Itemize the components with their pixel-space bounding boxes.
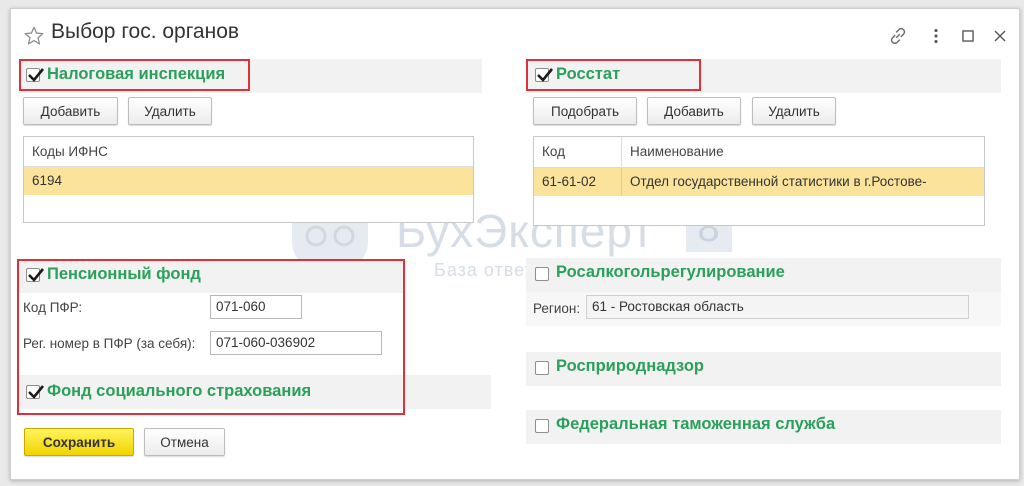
save-button[interactable]: Сохранить [24, 428, 134, 456]
pfr-reg-input[interactable]: 071-060-036902 [210, 331, 382, 355]
pfr-reg-label: Рег. номер в ПФР (за себя): [23, 336, 196, 351]
rospriroda-title[interactable]: Росприроднадзор [556, 357, 704, 376]
rosalko-region-input[interactable]: 61 - Ростовская область [586, 295, 969, 319]
more-icon[interactable] [925, 25, 947, 47]
fts-checkbox[interactable] [535, 419, 549, 433]
close-icon[interactable] [989, 25, 1011, 47]
nalog-column-header[interactable]: Коды ИФНС [24, 137, 473, 167]
table-row[interactable]: 6194 [24, 167, 473, 195]
maximize-icon[interactable] [957, 25, 979, 47]
nalog-delete-button[interactable]: Удалить [128, 97, 212, 125]
rosstat-delete-button[interactable]: Удалить [752, 97, 836, 125]
dialog-window: БухЭксперт 8 База ответов Выбор гос. орг… [10, 8, 1020, 480]
rosstat-checkbox[interactable] [535, 68, 554, 82]
table-row[interactable]: 61-61-02 Отдел государственной статистик… [534, 168, 984, 196]
rosstat-name-cell: Отдел государственной статистики в г.Рос… [630, 174, 927, 189]
fts-title[interactable]: Федеральная таможенная служба [556, 415, 835, 434]
nalog-checkbox[interactable] [26, 68, 45, 82]
link-icon[interactable] [887, 25, 909, 47]
rospriroda-checkbox[interactable] [535, 361, 549, 375]
fss-checkbox[interactable] [26, 385, 45, 399]
pfr-checkbox[interactable] [26, 268, 45, 282]
nalog-table: Коды ИФНС 6194 [23, 136, 474, 223]
rosstat-code-cell: 61-61-02 [534, 168, 622, 196]
window-title: Выбор гос. органов [51, 20, 240, 43]
rosstat-title[interactable]: Росстат [556, 65, 620, 84]
rosalko-title[interactable]: Росалкогольрегулирование [556, 263, 785, 282]
nalog-title[interactable]: Налоговая инспекция [47, 65, 225, 84]
star-icon[interactable] [23, 25, 45, 47]
rosstat-col-name[interactable]: Наименование [622, 137, 984, 167]
fss-title[interactable]: Фонд социального страхования [47, 382, 311, 401]
rosalko-checkbox[interactable] [535, 267, 549, 281]
pfr-code-label: Код ПФР: [23, 300, 83, 315]
cancel-button[interactable]: Отмена [144, 428, 225, 456]
nalog-add-button[interactable]: Добавить [23, 97, 118, 125]
nalog-code-cell: 6194 [32, 173, 63, 188]
rosstat-col-code[interactable]: Код [534, 137, 622, 167]
rosstat-table: Код Наименование 61-61-02 Отдел государс… [533, 136, 985, 226]
rosalko-region-label: Регион: [533, 301, 581, 316]
pfr-title[interactable]: Пенсионный фонд [47, 265, 201, 284]
rosstat-pick-button[interactable]: Подобрать [533, 97, 637, 125]
rosstat-add-button[interactable]: Добавить [647, 97, 741, 125]
pfr-code-input[interactable]: 071-060 [210, 295, 302, 319]
rosstat-header-row: Код Наименование [534, 137, 984, 168]
